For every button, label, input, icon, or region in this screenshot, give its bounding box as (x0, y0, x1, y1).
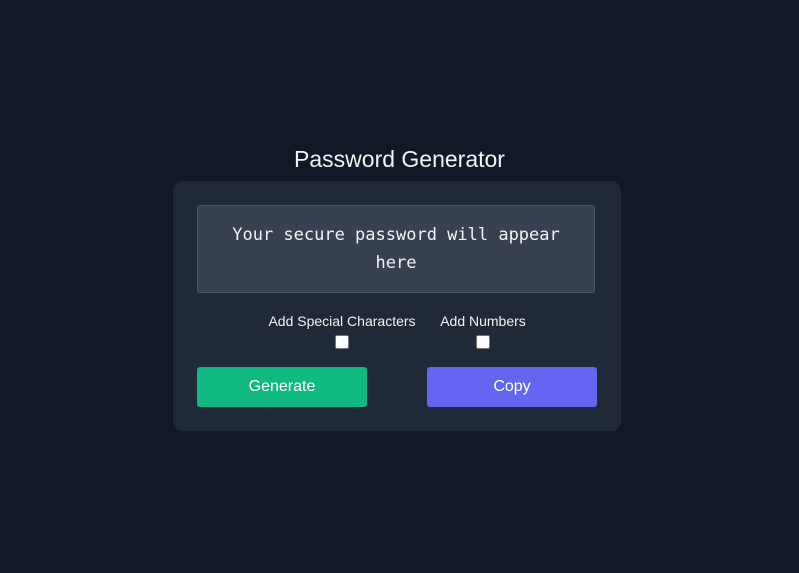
page-title: Password Generator (294, 146, 505, 172)
special-characters-checkbox[interactable] (335, 335, 349, 349)
password-output[interactable]: Your secure password will appear here (197, 205, 595, 293)
generator-card: Your secure password will appear here Ad… (173, 181, 621, 431)
numbers-option: Add Numbers (439, 312, 527, 349)
special-characters-label: Add Special Characters (268, 313, 416, 329)
numbers-label: Add Numbers (440, 313, 526, 329)
special-characters-option: Add Special Characters (268, 312, 416, 349)
numbers-checkbox[interactable] (476, 335, 490, 349)
generate-button[interactable]: Generate (197, 367, 367, 407)
copy-button[interactable]: Copy (427, 367, 597, 407)
